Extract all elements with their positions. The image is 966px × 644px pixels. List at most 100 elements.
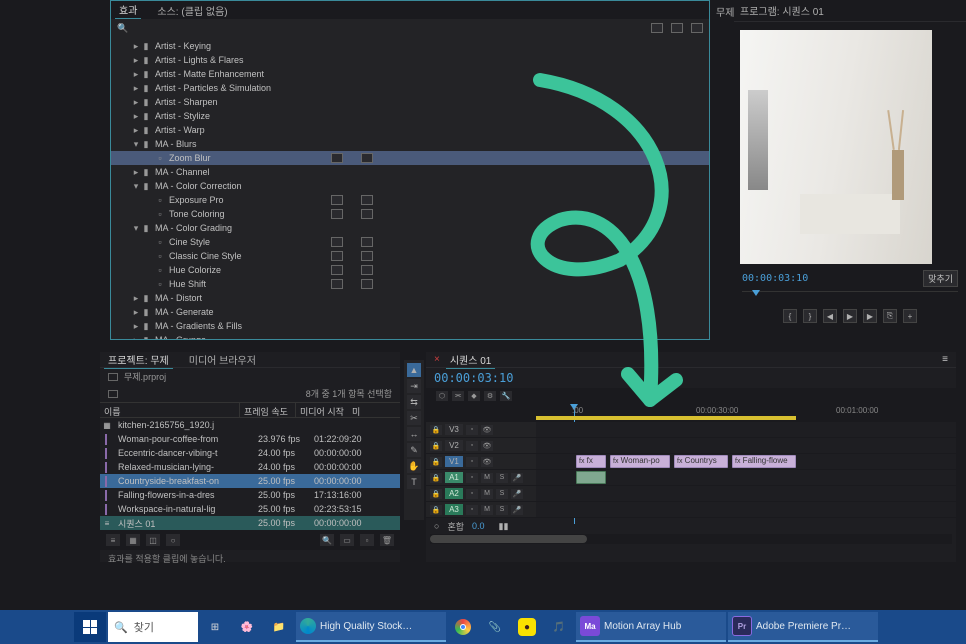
folder-row[interactable]: ▸▮MA - Generate — [111, 305, 709, 319]
solo-button[interactable]: S — [496, 473, 508, 483]
audio-clip[interactable] — [576, 471, 606, 484]
preset-icon[interactable] — [361, 265, 373, 275]
effect-row[interactable]: ▫Zoom Blur — [111, 151, 709, 165]
folder-row[interactable]: ▸▮MA - Channel — [111, 165, 709, 179]
taskbar-search[interactable]: 🔍찾기 — [108, 612, 198, 642]
settings-button[interactable]: + — [903, 309, 917, 323]
mute-button[interactable]: M — [481, 505, 493, 515]
preset-icon[interactable] — [331, 251, 343, 261]
type-tool[interactable]: T — [407, 475, 421, 489]
track-label[interactable]: V2 — [445, 440, 463, 451]
col-name[interactable]: 이름 — [100, 403, 240, 417]
asset-row[interactable]: Relaxed-musician-lying-24.00 fps00:00:00… — [100, 460, 400, 474]
preset-icon[interactable] — [671, 23, 683, 33]
work-area-bar[interactable] — [536, 416, 796, 420]
new-item-button[interactable]: ▫ — [360, 534, 374, 546]
asset-row[interactable]: ≡시퀀스 0125.00 fps00:00:00:00 — [100, 516, 400, 530]
audio-track-head[interactable]: 🔒A3▫MS🎤 — [426, 502, 536, 518]
mark-out-button[interactable]: } — [803, 309, 817, 323]
program-preview[interactable] — [740, 30, 932, 264]
toggle-icon[interactable]: ▫ — [466, 489, 478, 499]
tab-sequence[interactable]: 시퀀스 01 — [446, 351, 496, 369]
preset-icon[interactable] — [331, 209, 343, 219]
asset-list[interactable]: ▦kitchen-2165756_1920.jWoman-pour-coffee… — [100, 418, 400, 530]
folder-row[interactable]: ▸▮Artist - Particles & Simulation — [111, 81, 709, 95]
video-lane[interactable]: fx fxfx Woman-pofx Countrysfx Falling-fl… — [536, 454, 956, 470]
video-track-head[interactable]: 🔒V2▫👁 — [426, 438, 536, 454]
pinned-app[interactable]: 📎 — [480, 612, 510, 642]
play-button[interactable]: ▶ — [843, 309, 857, 323]
video-lane[interactable] — [536, 422, 956, 438]
explorer-button[interactable]: 📁 — [264, 612, 294, 642]
folder-row[interactable]: ▸▮MA - Gradients & Fills — [111, 319, 709, 333]
find-button[interactable]: 🔍 — [320, 534, 334, 546]
lock-icon[interactable]: 🔒 — [430, 425, 442, 435]
mark-in-button[interactable]: { — [783, 309, 797, 323]
effect-row[interactable]: ▫Hue Shift — [111, 277, 709, 291]
export-frame-button[interactable]: ⎘ — [883, 309, 897, 323]
preset-icon[interactable] — [651, 23, 663, 33]
effect-row[interactable]: ▫Hue Colorize — [111, 263, 709, 277]
lock-icon[interactable]: 🔒 — [430, 457, 442, 467]
track-label[interactable]: A2 — [445, 488, 463, 499]
toggle-output-icon[interactable]: ▫ — [466, 425, 478, 435]
video-clip[interactable]: fx Falling-flowe — [732, 455, 796, 468]
track-label[interactable]: V3 — [445, 424, 463, 435]
effect-row[interactable]: ▫Exposure Pro — [111, 193, 709, 207]
lock-icon[interactable]: 🔒 — [430, 473, 442, 483]
mute-button[interactable]: M — [481, 489, 493, 499]
voice-icon[interactable]: 🎤 — [511, 489, 523, 499]
toggle-output-icon[interactable]: ▫ — [466, 457, 478, 467]
mute-button[interactable]: M — [481, 473, 493, 483]
preset-icon[interactable] — [331, 195, 343, 205]
lock-icon[interactable]: 🔒 — [430, 441, 442, 451]
effect-row[interactable]: ▫Classic Cine Style — [111, 249, 709, 263]
asset-row[interactable]: Countryside-breakfast-on25.00 fps00:00:0… — [100, 474, 400, 488]
folder-row[interactable]: ▸▮Artist - Keying — [111, 39, 709, 53]
toggle-icon[interactable]: ▫ — [466, 505, 478, 515]
preset-icon[interactable] — [361, 251, 373, 261]
preset-icon[interactable] — [361, 279, 373, 289]
ripple-tool[interactable]: ⇆ — [407, 395, 421, 409]
lock-icon[interactable]: 🔒 — [430, 505, 442, 515]
kakao-button[interactable]: ● — [512, 612, 542, 642]
track-select-tool[interactable]: ⇥ — [407, 379, 421, 393]
asset-row[interactable]: Falling-flowers-in-a-dres25.00 fps17:13:… — [100, 488, 400, 502]
preset-icon[interactable] — [331, 265, 343, 275]
video-track-head[interactable]: 🔒V1▫👁 — [426, 454, 536, 470]
timeline-zoom-bar[interactable] — [430, 534, 952, 544]
col-end[interactable]: 미 — [352, 403, 372, 417]
voice-icon[interactable]: 🎤 — [511, 505, 523, 515]
pinned-app[interactable]: 🎵 — [544, 612, 574, 642]
settings-icon[interactable]: ⚙ — [484, 391, 496, 401]
solo-button[interactable]: S — [496, 489, 508, 499]
motion-array-window[interactable]: MaMotion Array Hub — [576, 612, 726, 642]
tab-media-browser[interactable]: 미디어 브라우저 — [185, 351, 260, 368]
voice-icon[interactable]: 🎤 — [511, 473, 523, 483]
start-button[interactable] — [74, 612, 106, 642]
preset-icon[interactable] — [331, 153, 343, 163]
zoom-fit-dropdown[interactable]: 맞추기 — [923, 270, 958, 287]
asset-row[interactable]: Eccentric-dancer-vibing-t24.00 fps00:00:… — [100, 446, 400, 460]
pinned-app[interactable]: 🌸 — [232, 612, 262, 642]
program-timecode[interactable]: 00:00:03:10 — [742, 273, 808, 284]
toggle-icon[interactable]: ▫ — [466, 473, 478, 483]
video-clip[interactable]: fx Countrys — [674, 455, 728, 468]
col-start[interactable]: 미디어 시작 — [296, 403, 352, 417]
tab-source[interactable]: 소스: (클립 없음) — [153, 2, 231, 19]
list-view-button[interactable]: ≡ — [106, 534, 120, 546]
freeform-view-button[interactable]: ◫ — [146, 534, 160, 546]
folder-row[interactable]: ▸▮MA - Distort — [111, 291, 709, 305]
new-bin-button[interactable]: ▭ — [340, 534, 354, 546]
folder-row[interactable]: ▸▮Artist - Matte Enhancement — [111, 67, 709, 81]
razor-tool[interactable]: ✂ — [407, 411, 421, 425]
solo-button[interactable]: S — [496, 505, 508, 515]
hand-tool[interactable]: ✋ — [407, 459, 421, 473]
edge-window[interactable]: High Quality Stock… — [296, 612, 446, 642]
lock-icon[interactable]: 🔒 — [430, 489, 442, 499]
video-track-head[interactable]: 🔒V3▫👁 — [426, 422, 536, 438]
wrench-icon[interactable]: 🔧 — [500, 391, 512, 401]
asset-row[interactable]: Woman-pour-coffee-from23.976 fps01:22:09… — [100, 432, 400, 446]
col-fps[interactable]: 프레임 속도 — [240, 403, 296, 417]
effects-tree[interactable]: ▸▮Artist - Keying▸▮Artist - Lights & Fla… — [111, 37, 709, 339]
